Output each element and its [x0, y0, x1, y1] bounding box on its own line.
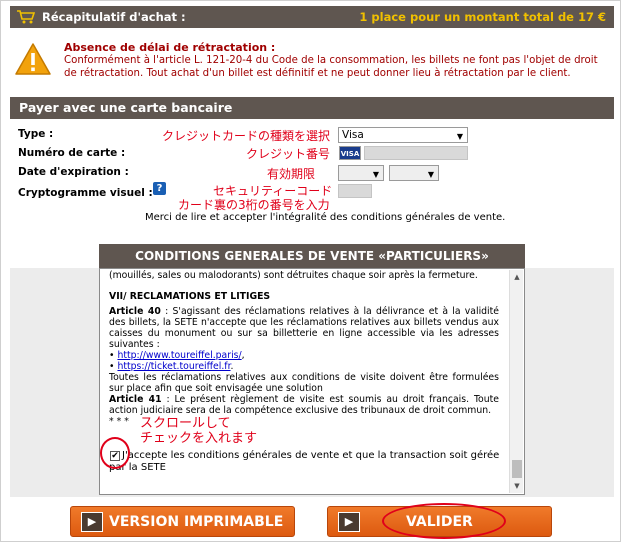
- print-version-button[interactable]: ▶ VERSION IMPRIMABLE: [70, 506, 295, 537]
- card-type-select[interactable]: Visa ▼: [338, 127, 468, 143]
- visa-card-icon: VISA: [339, 146, 361, 160]
- note-card-type: クレジットカードの種類を選択: [162, 129, 331, 143]
- card-type-label: Type :: [18, 128, 54, 140]
- note-card-number: クレジット番号: [246, 147, 331, 161]
- cvv-label: Cryptogramme visuel :: [18, 187, 153, 199]
- reclamations-text: Toutes les réclamations relatives aux co…: [109, 372, 499, 394]
- expiry-year-select[interactable]: ▼: [389, 165, 439, 181]
- scroll-thumb[interactable]: [512, 460, 522, 478]
- link-ticket[interactable]: https://ticket.toureiffel.fr: [117, 361, 230, 372]
- cvv-input[interactable]: [338, 184, 372, 198]
- print-version-label: VERSION IMPRIMABLE: [109, 513, 284, 530]
- link-toureiffel[interactable]: http://www.toureiffel.paris/: [117, 350, 241, 361]
- link-item-1: • http://www.toureiffel.paris/,: [109, 350, 245, 361]
- chevron-down-icon: ▼: [372, 170, 379, 179]
- cgv-title: CONDITIONS GENERALES DE VENTE «PARTICULI…: [99, 244, 525, 268]
- chevron-down-icon: ▼: [427, 170, 434, 179]
- withdrawal-warning: Absence de délai de rétractation : Confo…: [10, 36, 614, 86]
- article-41-label: Article 41: [109, 394, 162, 405]
- summary-bar: Récapitulatif d'achat : 1 place pour un …: [10, 6, 614, 28]
- chevron-right-icon: ▶: [81, 511, 103, 532]
- article-40-text: : S'agissant des réclamations relatives …: [109, 306, 499, 350]
- link-item-2: • https://ticket.toureiffel.fr.: [109, 361, 234, 372]
- article-41-text: : Le présent règlement de visite est sou…: [109, 394, 499, 416]
- note-scroll-1: スクロールして: [140, 416, 231, 431]
- cgv-scrollbar[interactable]: ▲ ▼: [509, 270, 523, 493]
- note-scroll-2: チェックを入れます: [140, 431, 258, 446]
- accept-instructions: Merci de lire et accepter l'intégralité …: [145, 212, 506, 223]
- warning-title: Absence de délai de rétractation :: [64, 41, 276, 54]
- card-number-input[interactable]: [364, 146, 468, 160]
- expiry-month-select[interactable]: ▼: [338, 165, 384, 181]
- note-expiry: 有効期限: [267, 167, 316, 181]
- scroll-up-icon[interactable]: ▲: [510, 270, 524, 284]
- payment-title: Payer avec une carte bancaire: [10, 97, 614, 119]
- summary-total: 1 place pour un montant total de 17 €: [359, 10, 606, 24]
- scroll-down-icon[interactable]: ▼: [510, 479, 524, 493]
- accept-cgv-label: J'accepte les conditions générales de ve…: [109, 450, 500, 473]
- checkbox-highlight-circle: [100, 437, 130, 469]
- note-cvv-2: カード裏の3桁の番号を入力: [178, 198, 330, 212]
- cgv-line-top: (mouillés, sales ou malodorants) sont dé…: [109, 270, 478, 281]
- expiry-label: Date d'expiration :: [18, 166, 129, 178]
- chevron-down-icon: ▼: [456, 132, 463, 141]
- cgv-content: (mouillés, sales ou malodorants) sont dé…: [109, 270, 499, 427]
- article-41: Article 41 : Le présent règlement de vis…: [109, 394, 499, 416]
- cgv-scroll-box[interactable]: (mouillés, sales ou malodorants) sont dé…: [99, 268, 525, 495]
- card-type-value: Visa: [342, 129, 364, 141]
- warning-text: Conformément à l'article L. 121-20-4 du …: [64, 55, 598, 79]
- cgv-section-title: VII/ RECLAMATIONS ET LITIGES: [109, 291, 271, 302]
- warning-icon: [14, 42, 52, 76]
- article-40-label: Article 40: [109, 306, 161, 317]
- article-40: Article 40 : S'agissant des réclamations…: [109, 306, 499, 350]
- chevron-right-icon: ▶: [338, 511, 360, 532]
- help-icon[interactable]: ?: [153, 182, 166, 195]
- card-number-label: Numéro de carte :: [18, 147, 126, 159]
- validate-highlight-circle: [382, 503, 506, 539]
- cart-icon: [16, 9, 36, 25]
- note-scroll: スクロールして チェックを入れます: [140, 416, 257, 446]
- summary-title: Récapitulatif d'achat :: [42, 10, 186, 24]
